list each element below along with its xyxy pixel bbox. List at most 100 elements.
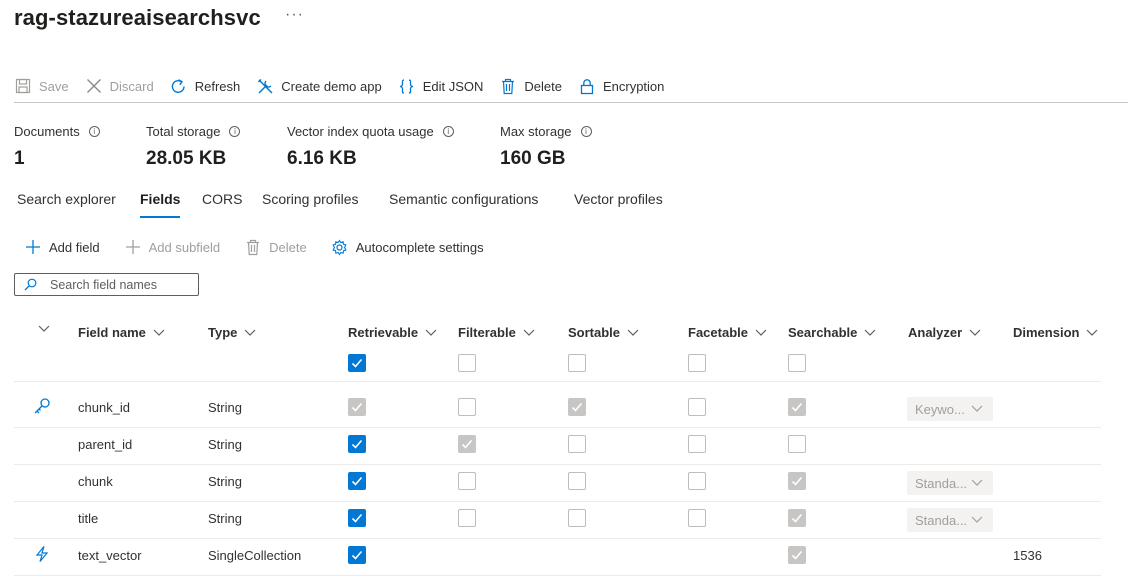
delete-button[interactable]: Delete	[499, 74, 562, 98]
facetable-checkbox[interactable]	[688, 472, 706, 490]
sortable-checkbox[interactable]	[568, 472, 586, 490]
filterable-checkbox[interactable]	[458, 509, 476, 527]
column-header-label: Filterable	[458, 325, 516, 340]
autocomplete-settings-button[interactable]: Autocomplete settings	[331, 238, 484, 256]
facetable-checkbox[interactable]	[688, 509, 706, 527]
sortable-checkbox	[568, 398, 586, 416]
searchable-checkbox	[788, 546, 806, 564]
row-divider	[14, 464, 1101, 465]
sortable-checkbox[interactable]	[568, 509, 586, 527]
column-header-label: Dimension	[1013, 325, 1080, 340]
column-header-label: Field name	[78, 325, 146, 340]
add-subfield-button[interactable]: Add subfield	[124, 238, 220, 256]
column-header-field-name[interactable]: Field name	[78, 325, 165, 340]
analyzer-dropdown: Keywo...	[907, 397, 993, 421]
search-input[interactable]	[50, 277, 190, 292]
select-all-sortable-checkbox[interactable]	[568, 354, 586, 372]
stat-max-storage-label: Max storage	[500, 124, 572, 139]
info-icon[interactable]: i	[88, 126, 100, 137]
create-demo-app-button[interactable]: Create demo app	[256, 74, 382, 98]
tab-semantic-configurations[interactable]: Semantic configurations	[389, 191, 538, 219]
save-button[interactable]: Save	[14, 74, 69, 98]
analyzer-value: Standa...	[915, 475, 968, 491]
stat-total-storage: Total storage i 28.05 KB	[146, 124, 241, 170]
chevron-down-icon	[523, 329, 535, 336]
facetable-checkbox[interactable]	[688, 398, 706, 416]
info-icon[interactable]: i	[229, 126, 241, 137]
field-type-cell: String	[208, 474, 242, 489]
save-icon	[14, 77, 32, 95]
facetable-checkbox[interactable]	[688, 435, 706, 453]
column-header-analyzer[interactable]: Analyzer	[908, 325, 981, 340]
column-header-label: Sortable	[568, 325, 621, 340]
chevron-down-icon	[864, 329, 876, 336]
more-options-button[interactable]: ···	[285, 6, 304, 24]
retrievable-checkbox[interactable]	[348, 472, 366, 490]
searchable-checkbox[interactable]	[788, 435, 806, 453]
page-title: rag-stazureaisearchsvc	[14, 5, 261, 30]
edit-json-button[interactable]: Edit JSON	[398, 74, 483, 98]
tab-vector-profiles[interactable]: Vector profiles	[574, 191, 663, 219]
retrievable-checkbox[interactable]	[348, 435, 366, 453]
searchable-checkbox	[788, 509, 806, 527]
column-header-label: Searchable	[788, 325, 858, 340]
field-name-cell[interactable]: title	[78, 511, 98, 526]
expand-all-toggle[interactable]	[31, 325, 50, 333]
retrievable-checkbox[interactable]	[348, 546, 366, 564]
field-type-cell: SingleCollection	[208, 548, 302, 563]
tools-icon	[256, 77, 274, 95]
info-icon[interactable]: i	[442, 126, 454, 137]
field-type-cell: String	[208, 437, 242, 452]
trash-icon	[499, 77, 517, 95]
stat-vector-quota: Vector index quota usage i 6.16 KB	[287, 124, 454, 170]
column-header-facetable[interactable]: Facetable	[688, 325, 767, 340]
column-header-filterable[interactable]: Filterable	[458, 325, 535, 340]
field-name-cell[interactable]: chunk_id	[78, 400, 130, 415]
stat-documents: Documents i 1	[14, 124, 100, 170]
search-box	[14, 273, 199, 296]
column-header-dimensions[interactable]: Dimension	[1013, 325, 1098, 340]
sortable-checkbox[interactable]	[568, 435, 586, 453]
select-all-filterable-checkbox[interactable]	[458, 354, 476, 372]
tab-scoring-profiles[interactable]: Scoring profiles	[262, 191, 359, 219]
info-icon[interactable]: i	[580, 126, 592, 137]
select-all-retrievable-checkbox[interactable]	[348, 354, 366, 372]
filterable-checkbox[interactable]	[458, 398, 476, 416]
close-icon	[85, 77, 103, 95]
row-divider	[14, 381, 1101, 382]
stat-documents-value: 1	[14, 148, 25, 169]
column-header-label: Retrievable	[348, 325, 419, 340]
chevron-down-icon	[755, 329, 767, 336]
select-all-facetable-checkbox[interactable]	[688, 354, 706, 372]
delete-label: Delete	[524, 78, 562, 94]
row-divider	[14, 501, 1101, 502]
autocomplete-settings-label: Autocomplete settings	[355, 239, 484, 255]
column-header-searchable[interactable]: Searchable	[788, 325, 876, 340]
tab-fields[interactable]: Fields	[140, 191, 181, 219]
column-header-label: Facetable	[688, 325, 748, 340]
column-header-sortable[interactable]: Sortable	[568, 325, 639, 340]
delete-field-button[interactable]: Delete	[244, 238, 307, 256]
column-header-retrievable[interactable]: Retrievable	[348, 325, 437, 340]
tab-cors[interactable]: CORS	[202, 191, 242, 219]
lock-icon	[578, 77, 596, 95]
gear-icon	[331, 238, 349, 256]
stat-max-storage: Max storage i 160 GB	[500, 124, 592, 170]
add-field-button[interactable]: Add field	[24, 238, 100, 256]
add-field-label: Add field	[49, 239, 100, 255]
select-all-searchable-checkbox[interactable]	[788, 354, 806, 372]
retrievable-checkbox[interactable]	[348, 509, 366, 527]
discard-label: Discard	[109, 78, 154, 94]
row-divider	[14, 427, 1101, 428]
field-type-cell: String	[208, 400, 242, 415]
column-header-type[interactable]: Type	[208, 325, 256, 340]
field-name-cell[interactable]: chunk	[78, 474, 113, 489]
field-name-cell[interactable]: text_vector	[78, 548, 142, 563]
tab-search-explorer[interactable]: Search explorer	[17, 191, 116, 219]
encryption-button[interactable]: Encryption	[578, 74, 664, 98]
column-header-label: Analyzer	[908, 325, 963, 340]
discard-button[interactable]: Discard	[85, 74, 154, 98]
field-name-cell[interactable]: parent_id	[78, 437, 132, 452]
filterable-checkbox[interactable]	[458, 472, 476, 490]
refresh-button[interactable]: Refresh	[170, 74, 240, 98]
